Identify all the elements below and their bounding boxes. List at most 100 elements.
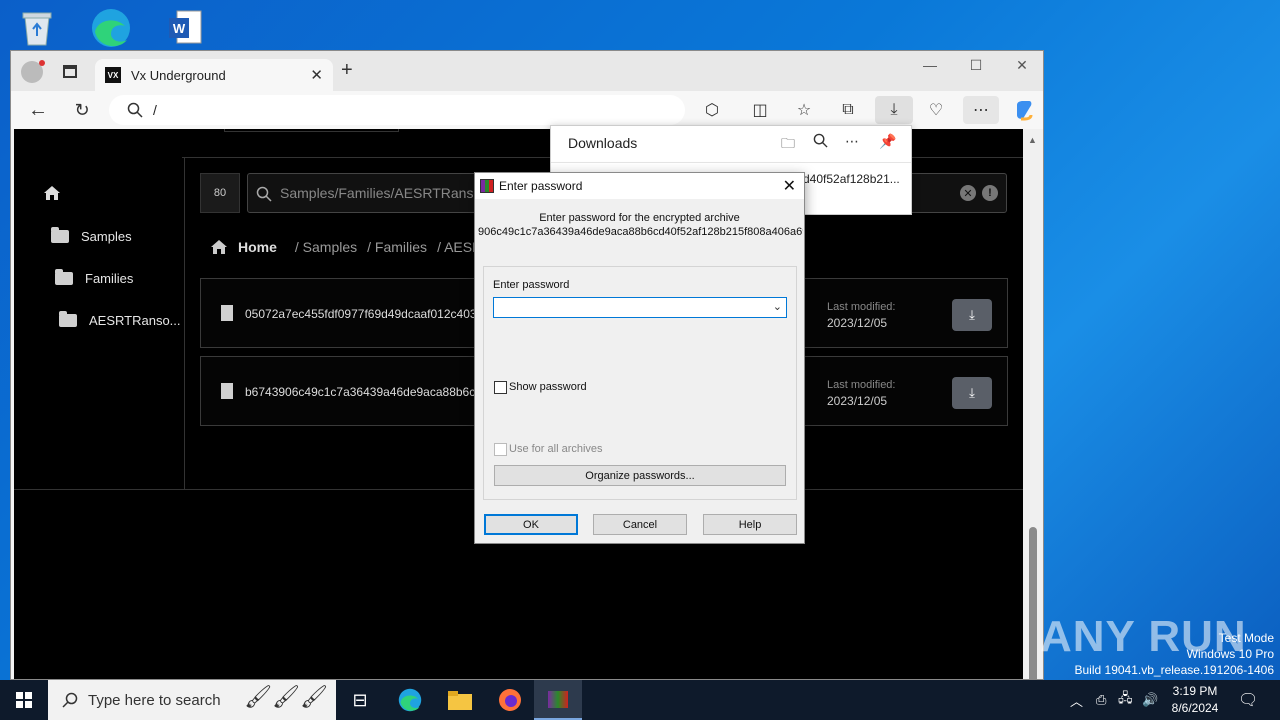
sidebar-item-label: Families bbox=[85, 271, 134, 286]
minimize-button[interactable]: — bbox=[907, 57, 953, 73]
volume-icon[interactable]: 🔊 bbox=[1142, 680, 1158, 720]
sidebar-item-label: Samples bbox=[81, 229, 132, 244]
vx-favicon-icon: VX bbox=[105, 67, 121, 83]
file-explorer-icon[interactable] bbox=[436, 680, 484, 720]
ok-button[interactable]: OK bbox=[484, 514, 578, 535]
search-downloads-icon[interactable] bbox=[813, 133, 828, 151]
breadcrumb-item[interactable]: / Samples bbox=[295, 239, 357, 255]
password-field[interactable]: ⌄ bbox=[493, 297, 787, 318]
split-screen-icon[interactable]: ◫ bbox=[745, 96, 775, 124]
sidebar-item-aesrt[interactable]: AESRTRanso... bbox=[59, 311, 181, 328]
paint-brushes-icon: 🖌🖌🖌 bbox=[244, 684, 328, 709]
download-item-name[interactable]: d40f52af128b21... bbox=[803, 172, 900, 186]
browser-essentials-icon[interactable]: ♡ bbox=[921, 96, 951, 124]
address-bar[interactable]: / bbox=[109, 95, 685, 125]
clear-icon[interactable]: ✕ bbox=[960, 185, 976, 201]
tab-vx-underground[interactable]: VX Vx Underground ✕ bbox=[95, 59, 333, 91]
firefox-icon[interactable] bbox=[486, 680, 534, 720]
use-for-all-label: Use for all archives bbox=[509, 443, 603, 455]
search-icon bbox=[256, 186, 272, 202]
winrar-icon bbox=[480, 179, 494, 193]
taskbar: Type here to search 🖌🖌🖌 ⊟ ︿ ⎙ 🖧 🔊 3:19 P… bbox=[0, 680, 1280, 720]
download-file-button[interactable]: ⤓ bbox=[952, 299, 992, 331]
enter-password-dialog: Enter password ✕ Enter password for the … bbox=[474, 172, 805, 544]
svg-text:W: W bbox=[173, 21, 186, 36]
dialog-title: Enter password bbox=[499, 179, 583, 193]
winrar-taskbar-icon[interactable] bbox=[534, 680, 582, 720]
clock[interactable]: 3:19 PM 8/6/2024 bbox=[1160, 683, 1230, 717]
start-button[interactable] bbox=[0, 680, 48, 720]
profile-badge bbox=[39, 60, 45, 66]
new-tab-icon[interactable]: + bbox=[341, 59, 353, 82]
breadcrumb-home[interactable]: Home bbox=[238, 239, 277, 255]
tab-bar: VX Vx Underground ✕ + — ☐ ✕ bbox=[11, 51, 1043, 91]
archive-name: 906c49c1c7a36439a46de9aca88b6cd40f52af12… bbox=[478, 226, 803, 238]
downloads-icon[interactable]: ⤓ bbox=[875, 96, 913, 124]
tab-title: Vx Underground bbox=[131, 67, 226, 83]
home-icon[interactable] bbox=[43, 185, 61, 201]
watermark-line: Build 19041.vb_release.191206-1406 bbox=[1074, 663, 1275, 677]
windows-icon bbox=[16, 692, 32, 708]
filter-button[interactable]: 80 bbox=[200, 173, 240, 213]
scroll-up-icon[interactable]: ▲ bbox=[1028, 135, 1037, 145]
edge-taskbar-icon[interactable] bbox=[386, 680, 434, 720]
show-hidden-icons[interactable]: ︿ bbox=[1070, 680, 1083, 720]
sidebar-item-families[interactable]: Families bbox=[55, 269, 134, 286]
edge-icon[interactable] bbox=[86, 6, 136, 50]
notifications-icon[interactable]: 🗨 bbox=[1238, 680, 1258, 720]
use-for-all-checkbox[interactable] bbox=[494, 443, 507, 456]
word-icon[interactable]: W bbox=[160, 6, 210, 50]
cancel-button[interactable]: Cancel bbox=[593, 514, 687, 535]
sidebar-item-label: AESRTRanso... bbox=[89, 313, 181, 328]
taskbar-search[interactable]: Type here to search 🖌🖌🖌 bbox=[48, 680, 336, 720]
collections-icon[interactable]: ⧉ bbox=[833, 96, 863, 124]
divider bbox=[551, 162, 911, 163]
file-name[interactable]: 05072a7ec455fdf0977f69d49dcaaf012c403c9 bbox=[245, 307, 489, 321]
dialog-message: Enter password for the encrypted archive bbox=[539, 212, 740, 224]
last-modified-date: 2023/12/05 bbox=[827, 316, 888, 330]
recycle-bin-icon[interactable] bbox=[12, 6, 62, 50]
chevron-down-icon[interactable]: ⌄ bbox=[773, 300, 782, 313]
folder-icon bbox=[55, 269, 73, 285]
network-icon[interactable]: 🖧 bbox=[1118, 680, 1133, 720]
scrollbar-thumb[interactable] bbox=[1029, 527, 1037, 679]
page-scrollbar[interactable]: ▲ bbox=[1023, 129, 1043, 679]
maximize-button[interactable]: ☐ bbox=[953, 57, 999, 74]
copilot-icon[interactable] bbox=[1009, 96, 1039, 124]
folder-icon bbox=[59, 311, 77, 327]
refresh-icon[interactable]: ↻ bbox=[67, 96, 97, 124]
file-icon bbox=[221, 383, 233, 399]
test-mode-watermark: Test Mode Windows 10 Pro Build 19041.vb_… bbox=[1075, 630, 1275, 678]
extensions-icon[interactable]: ⬡ bbox=[697, 96, 727, 124]
last-modified-label: Last modified: bbox=[827, 379, 896, 391]
favorites-icon[interactable]: ☆ bbox=[789, 96, 819, 124]
top-nav-remnant bbox=[224, 129, 399, 132]
open-folder-icon[interactable]: 🗀 bbox=[781, 133, 795, 157]
show-password-label[interactable]: Show password bbox=[509, 381, 587, 393]
pin-icon[interactable]: 📌 bbox=[879, 133, 896, 150]
file-name[interactable]: b6743906c49c1c7a36439a46de9aca88b6cd40 bbox=[245, 385, 495, 399]
more-options-icon[interactable]: ⋯ bbox=[845, 133, 859, 150]
meet-now-icon[interactable]: ⎙ bbox=[1096, 680, 1106, 720]
alert-icon[interactable]: ! bbox=[982, 185, 998, 201]
last-modified-date: 2023/12/05 bbox=[827, 394, 888, 408]
download-file-button[interactable]: ⤓ bbox=[952, 377, 992, 409]
breadcrumb: Home / Samples / Families / AESRT bbox=[210, 239, 491, 255]
more-icon[interactable]: ⋯ bbox=[963, 96, 999, 124]
breadcrumb-item[interactable]: / Families bbox=[367, 239, 427, 255]
search-icon bbox=[62, 692, 78, 708]
organize-passwords-button[interactable]: Organize passwords... bbox=[494, 465, 786, 486]
close-window-button[interactable]: ✕ bbox=[999, 57, 1043, 74]
sidebar-item-samples[interactable]: Samples bbox=[51, 227, 132, 244]
task-view-icon[interactable]: ⊟ bbox=[336, 680, 384, 720]
help-button[interactable]: Help bbox=[703, 514, 797, 535]
close-dialog-icon[interactable]: ✕ bbox=[783, 176, 796, 196]
back-icon[interactable]: ← bbox=[23, 96, 53, 124]
close-tab-icon[interactable]: ✕ bbox=[310, 66, 323, 84]
tab-actions-icon[interactable] bbox=[63, 65, 77, 78]
last-modified-label: Last modified: bbox=[827, 301, 896, 313]
downloads-title: Downloads bbox=[568, 135, 638, 151]
home-icon[interactable] bbox=[210, 239, 228, 255]
taskbar-search-placeholder: Type here to search bbox=[88, 691, 221, 709]
show-password-checkbox[interactable] bbox=[494, 381, 507, 394]
